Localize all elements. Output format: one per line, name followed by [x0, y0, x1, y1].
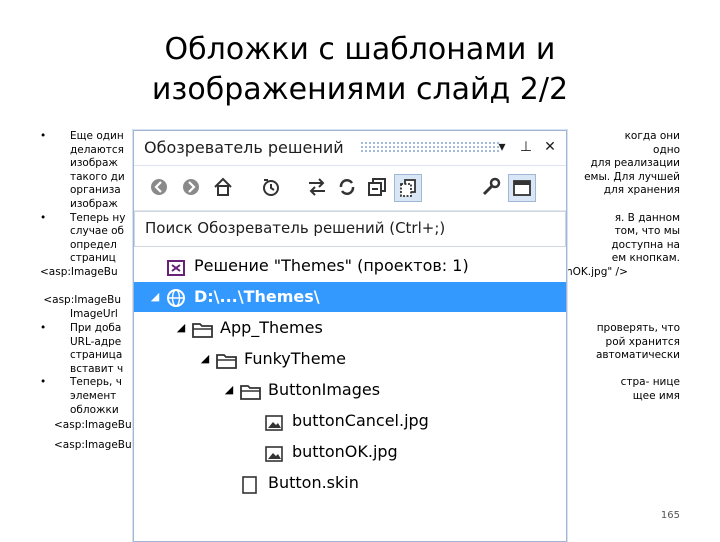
- slide-title-line1: Обложки с шаблонами и: [164, 32, 556, 67]
- body-text-left: изображ: [70, 157, 118, 170]
- body-text-right: автоматически: [595, 349, 680, 362]
- slide-title-line2: изображениями слайд 2/2: [151, 72, 569, 107]
- back-icon[interactable]: [146, 174, 172, 200]
- search-input[interactable]: Поиск Обозреватель решений (Ctrl+;): [134, 211, 566, 247]
- body-text-left: изображ: [70, 197, 118, 210]
- panel-titlebar: Обозреватель решений ▾ ⊥ ✕: [134, 131, 566, 166]
- search-placeholder: Поиск Обозреватель решений (Ctrl+;): [145, 219, 446, 237]
- body-text-right: рой хранится: [605, 335, 680, 348]
- tree-item[interactable]: Button.skin: [134, 468, 566, 498]
- tree-item[interactable]: ◢ FunkyTheme: [134, 344, 566, 374]
- tree-item-label: App_Themes: [220, 318, 323, 337]
- body-text-left: вставит ч: [70, 362, 124, 375]
- expand-arrow-icon[interactable]: ◢: [174, 313, 188, 343]
- body-text-left: Теперь, ч: [70, 376, 122, 389]
- collapse-all-icon[interactable]: [364, 174, 390, 200]
- body-text-right: ем кнопкам.: [611, 252, 680, 265]
- body-text-left: обложки: [70, 403, 119, 416]
- solution-icon: [166, 257, 186, 276]
- slide-title: Обложки с шаблонами и изображениями слай…: [0, 30, 720, 110]
- tree-item[interactable]: Решение "Themes" (проектов: 1): [134, 251, 566, 281]
- body-text-left: определ: [70, 238, 117, 251]
- preview-selected-icon[interactable]: [508, 174, 536, 202]
- pin-icon[interactable]: ⊥: [516, 137, 536, 157]
- body-text-right: щее имя: [632, 389, 680, 402]
- tree-item-label: Решение "Themes" (проектов: 1): [194, 256, 469, 275]
- forward-icon[interactable]: [178, 174, 204, 200]
- body-text-left: страниц: [70, 252, 116, 265]
- body-text-right: проверять, что: [596, 321, 680, 334]
- drag-grip[interactable]: [360, 141, 500, 153]
- body-text-left: такого ди: [70, 170, 125, 183]
- home-icon[interactable]: [210, 174, 236, 200]
- tree-item[interactable]: buttonOK.jpg: [134, 437, 566, 467]
- show-all-files-icon[interactable]: [394, 174, 422, 202]
- body-text-right: для реализации: [590, 157, 680, 170]
- tree-item[interactable]: ◢ App_Themes: [134, 313, 566, 343]
- tree-item-label: D:\...\Themes\: [194, 287, 320, 306]
- refresh-icon[interactable]: [334, 174, 360, 200]
- tree-item-label: Button.skin: [268, 473, 359, 492]
- body-text-left: страница: [70, 349, 123, 362]
- body-text-right: доступна на: [611, 238, 680, 251]
- body-text-left: URL-адре: [70, 335, 122, 348]
- solution-explorer-panel: Обозреватель решений ▾ ⊥ ✕ Поиск Обозрев…: [133, 130, 567, 542]
- body-text-right: емы. Для лучшей: [584, 170, 680, 183]
- body-text-left: Еще один: [70, 130, 124, 142]
- tree-item[interactable]: buttonCancel.jpg: [134, 406, 566, 436]
- body-text-left: элемент: [70, 389, 117, 402]
- body-text-right: стра- нице: [620, 376, 680, 389]
- globe-icon: [166, 288, 186, 307]
- tree-item-label: buttonCancel.jpg: [292, 411, 429, 430]
- expand-arrow-icon[interactable]: ◢: [148, 282, 162, 312]
- panel-toolbar: [134, 166, 566, 211]
- folder-icon: [192, 319, 213, 338]
- dropdown-icon[interactable]: ▾: [492, 137, 512, 157]
- skin-file-icon: [240, 474, 260, 494]
- tree-item-label: buttonOK.jpg: [292, 442, 398, 461]
- body-text-right: одно: [653, 143, 680, 156]
- tree-item-label: ButtonImages: [268, 380, 381, 399]
- body-text-right: для хранения: [603, 184, 680, 197]
- page-number: 165: [660, 510, 680, 521]
- tree-item-label: FunkyTheme: [244, 349, 346, 368]
- tree-item[interactable]: ◢ D:\...\Themes\: [134, 282, 566, 312]
- body-text-left: случае об: [70, 225, 125, 238]
- body-text-right: том, что мы: [614, 225, 680, 238]
- tree-item[interactable]: ◢ ButtonImages: [134, 375, 566, 405]
- image-file-icon: [264, 443, 284, 462]
- body-text-left: При доба: [70, 321, 122, 334]
- image-file-icon: [264, 412, 284, 431]
- body-text-right: я. В данном: [614, 211, 680, 224]
- expand-arrow-icon[interactable]: ◢: [198, 344, 212, 374]
- body-text-left: организа: [70, 184, 121, 197]
- close-icon[interactable]: ✕: [540, 137, 560, 157]
- sync-icon[interactable]: [304, 174, 330, 200]
- panel-title: Обозреватель решений: [144, 138, 344, 157]
- properties-icon[interactable]: [478, 174, 504, 200]
- folder-icon: [240, 381, 261, 400]
- pending-changes-icon[interactable]: [258, 174, 284, 200]
- body-text-left: Теперь ну: [70, 211, 126, 224]
- body-text-left: делаются: [70, 143, 124, 156]
- expand-arrow-icon[interactable]: ◢: [222, 375, 236, 405]
- body-text-right: когда они: [624, 130, 680, 142]
- folder-icon: [216, 350, 237, 369]
